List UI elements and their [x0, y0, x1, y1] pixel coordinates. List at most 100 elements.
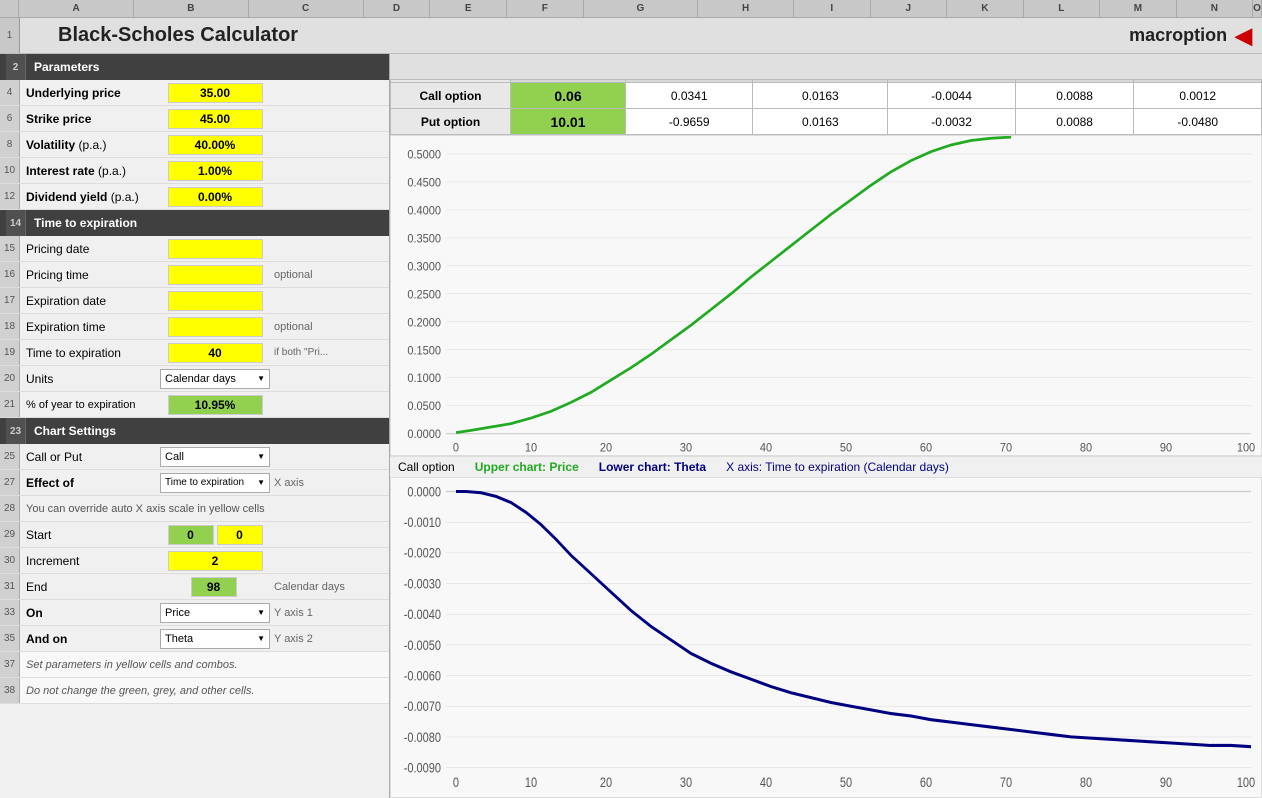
end-value[interactable]: 98 [160, 577, 270, 597]
effect-of-row: 27 Effect of Time to expiration ▼ X axis [0, 470, 389, 496]
and-on-row: 35 And on Theta ▼ Y axis 2 [0, 626, 389, 652]
increment-value[interactable]: 2 [160, 551, 270, 571]
svg-text:0.1500: 0.1500 [407, 344, 441, 358]
hint1-text: Set parameters in yellow cells and combo… [20, 659, 238, 671]
svg-text:-0.0090: -0.0090 [404, 760, 441, 775]
call-or-put-value[interactable]: Call ▼ [160, 447, 270, 467]
row-18-num: 18 [0, 314, 20, 339]
and-on-value[interactable]: Theta ▼ [160, 629, 270, 649]
interest-rate-value[interactable]: 1.00% [160, 161, 270, 181]
underlying-price-cell[interactable]: 35.00 [168, 83, 263, 103]
put-gamma: 0.0163 [753, 109, 888, 135]
svg-text:50: 50 [840, 441, 853, 455]
chart-label-bar: Call option Upper chart: Price Lower cha… [390, 456, 1262, 477]
svg-text:30: 30 [680, 441, 693, 455]
dividend-yield-value[interactable]: 0.00% [160, 187, 270, 207]
row-20-num: 20 [0, 366, 20, 391]
interest-rate-cell[interactable]: 1.00% [168, 161, 263, 181]
svg-text:10: 10 [525, 441, 538, 455]
col-h-f: F [507, 0, 584, 17]
volatility-row: 8 Volatility (p.a.) 40.00% [0, 132, 389, 158]
svg-text:40: 40 [760, 441, 773, 455]
row-15-num: 15 [0, 236, 20, 261]
expiration-time-row: 18 Expiration time optional [0, 314, 389, 340]
row-37-num: 37 [0, 652, 20, 677]
pricing-date-value[interactable] [160, 239, 270, 259]
effect-of-dropdown[interactable]: Time to expiration ▼ [160, 473, 270, 493]
underlying-price-value[interactable]: 35.00 [160, 83, 270, 103]
expiration-time-value[interactable] [160, 317, 270, 337]
put-price: 10.01 [511, 109, 626, 135]
end-cell: 98 [191, 577, 237, 597]
units-dropdown[interactable]: Calendar days ▼ [160, 369, 270, 389]
row-10-num: 10 [0, 158, 20, 183]
upper-chart: 0.5000 0.4500 0.4000 0.3500 0.3000 0.250… [390, 135, 1262, 456]
svg-text:80: 80 [1080, 775, 1092, 790]
volatility-cell[interactable]: 40.00% [168, 135, 263, 155]
hint2-text: Do not change the green, grey, and other… [20, 685, 255, 697]
expiration-date-cell[interactable] [168, 291, 263, 311]
row-35-num: 35 [0, 626, 20, 651]
y-axis1-label: Y axis 1 [270, 607, 389, 619]
time-to-expiration-cell[interactable]: 40 [168, 343, 263, 363]
row-8-num: 8 [0, 132, 20, 157]
svg-text:0: 0 [453, 775, 459, 790]
and-on-dropdown[interactable]: Theta ▼ [160, 629, 270, 649]
start-cell1[interactable]: 0 [168, 525, 214, 545]
expiration-date-value[interactable] [160, 291, 270, 311]
increment-cell[interactable]: 2 [168, 551, 263, 571]
pct-year-row: 21 % of year to expiration 10.95% [0, 392, 389, 418]
svg-text:40: 40 [760, 775, 772, 790]
chart-settings-label: Chart Settings [26, 424, 116, 438]
pricing-time-value[interactable] [160, 265, 270, 285]
on-row: 33 On Price ▼ Y axis 1 [0, 600, 389, 626]
call-or-put-label: Call or Put [20, 450, 160, 464]
col-h-m: M [1100, 0, 1177, 17]
on-dropdown[interactable]: Price ▼ [160, 603, 270, 623]
app-title: Black-Scholes Calculator [28, 24, 298, 47]
col-h-i: I [794, 0, 871, 17]
on-value[interactable]: Price ▼ [160, 603, 270, 623]
svg-text:-0.0060: -0.0060 [404, 668, 441, 683]
row-28-num: 28 [0, 496, 20, 521]
params-label: Parameters [26, 60, 99, 74]
svg-text:0.0000: 0.0000 [407, 428, 441, 442]
strike-price-value[interactable]: 45.00 [160, 109, 270, 129]
units-value[interactable]: Calendar days ▼ [160, 369, 270, 389]
units-label: Units [20, 372, 160, 386]
col-h-n: N [1177, 0, 1254, 17]
expiration-time-optional: optional [270, 321, 389, 333]
pricing-date-cell[interactable] [168, 239, 263, 259]
col-h-d: D [364, 0, 431, 17]
svg-text:0.0000: 0.0000 [407, 484, 441, 499]
row-33-num: 33 [0, 600, 20, 625]
strike-price-cell[interactable]: 45.00 [168, 109, 263, 129]
start-label: Start [20, 528, 160, 542]
pricing-time-cell[interactable] [168, 265, 263, 285]
time-to-expiration-value[interactable]: 40 [160, 343, 270, 363]
svg-text:-0.0040: -0.0040 [404, 607, 441, 622]
underlying-price-row: 4 Underlying price 35.00 [0, 80, 389, 106]
interest-rate-row: 10 Interest rate (p.a.) 1.00% [0, 158, 389, 184]
increment-label: Increment [20, 554, 160, 568]
start-value1[interactable]: 0 0 [160, 525, 270, 545]
increment-row: 30 Increment 2 [0, 548, 389, 574]
row-23-num: 23 [6, 418, 26, 444]
effect-of-value[interactable]: Time to expiration ▼ [160, 473, 270, 493]
svg-text:-0.0080: -0.0080 [404, 730, 441, 745]
put-option-label: Put option [391, 109, 511, 135]
lower-chart: 0.0000 -0.0010 -0.0020 -0.0030 -0.0040 -… [390, 477, 1262, 798]
start-cell2[interactable]: 0 [217, 525, 263, 545]
expiration-time-cell[interactable] [168, 317, 263, 337]
row-21-num: 21 [0, 392, 20, 417]
y-axis2-label: Y axis 2 [270, 633, 389, 645]
svg-text:0.5000: 0.5000 [407, 148, 441, 162]
call-or-put-dropdown[interactable]: Call ▼ [160, 447, 270, 467]
row-6-num: 6 [0, 106, 20, 131]
svg-text:0.4500: 0.4500 [407, 176, 441, 190]
dividend-yield-cell[interactable]: 0.00% [168, 187, 263, 207]
logo-icon: ◀ [1235, 23, 1252, 49]
expiration-date-row: 17 Expiration date [0, 288, 389, 314]
lower-chart-label: Lower chart: Theta [599, 460, 706, 474]
volatility-value[interactable]: 40.00% [160, 135, 270, 155]
